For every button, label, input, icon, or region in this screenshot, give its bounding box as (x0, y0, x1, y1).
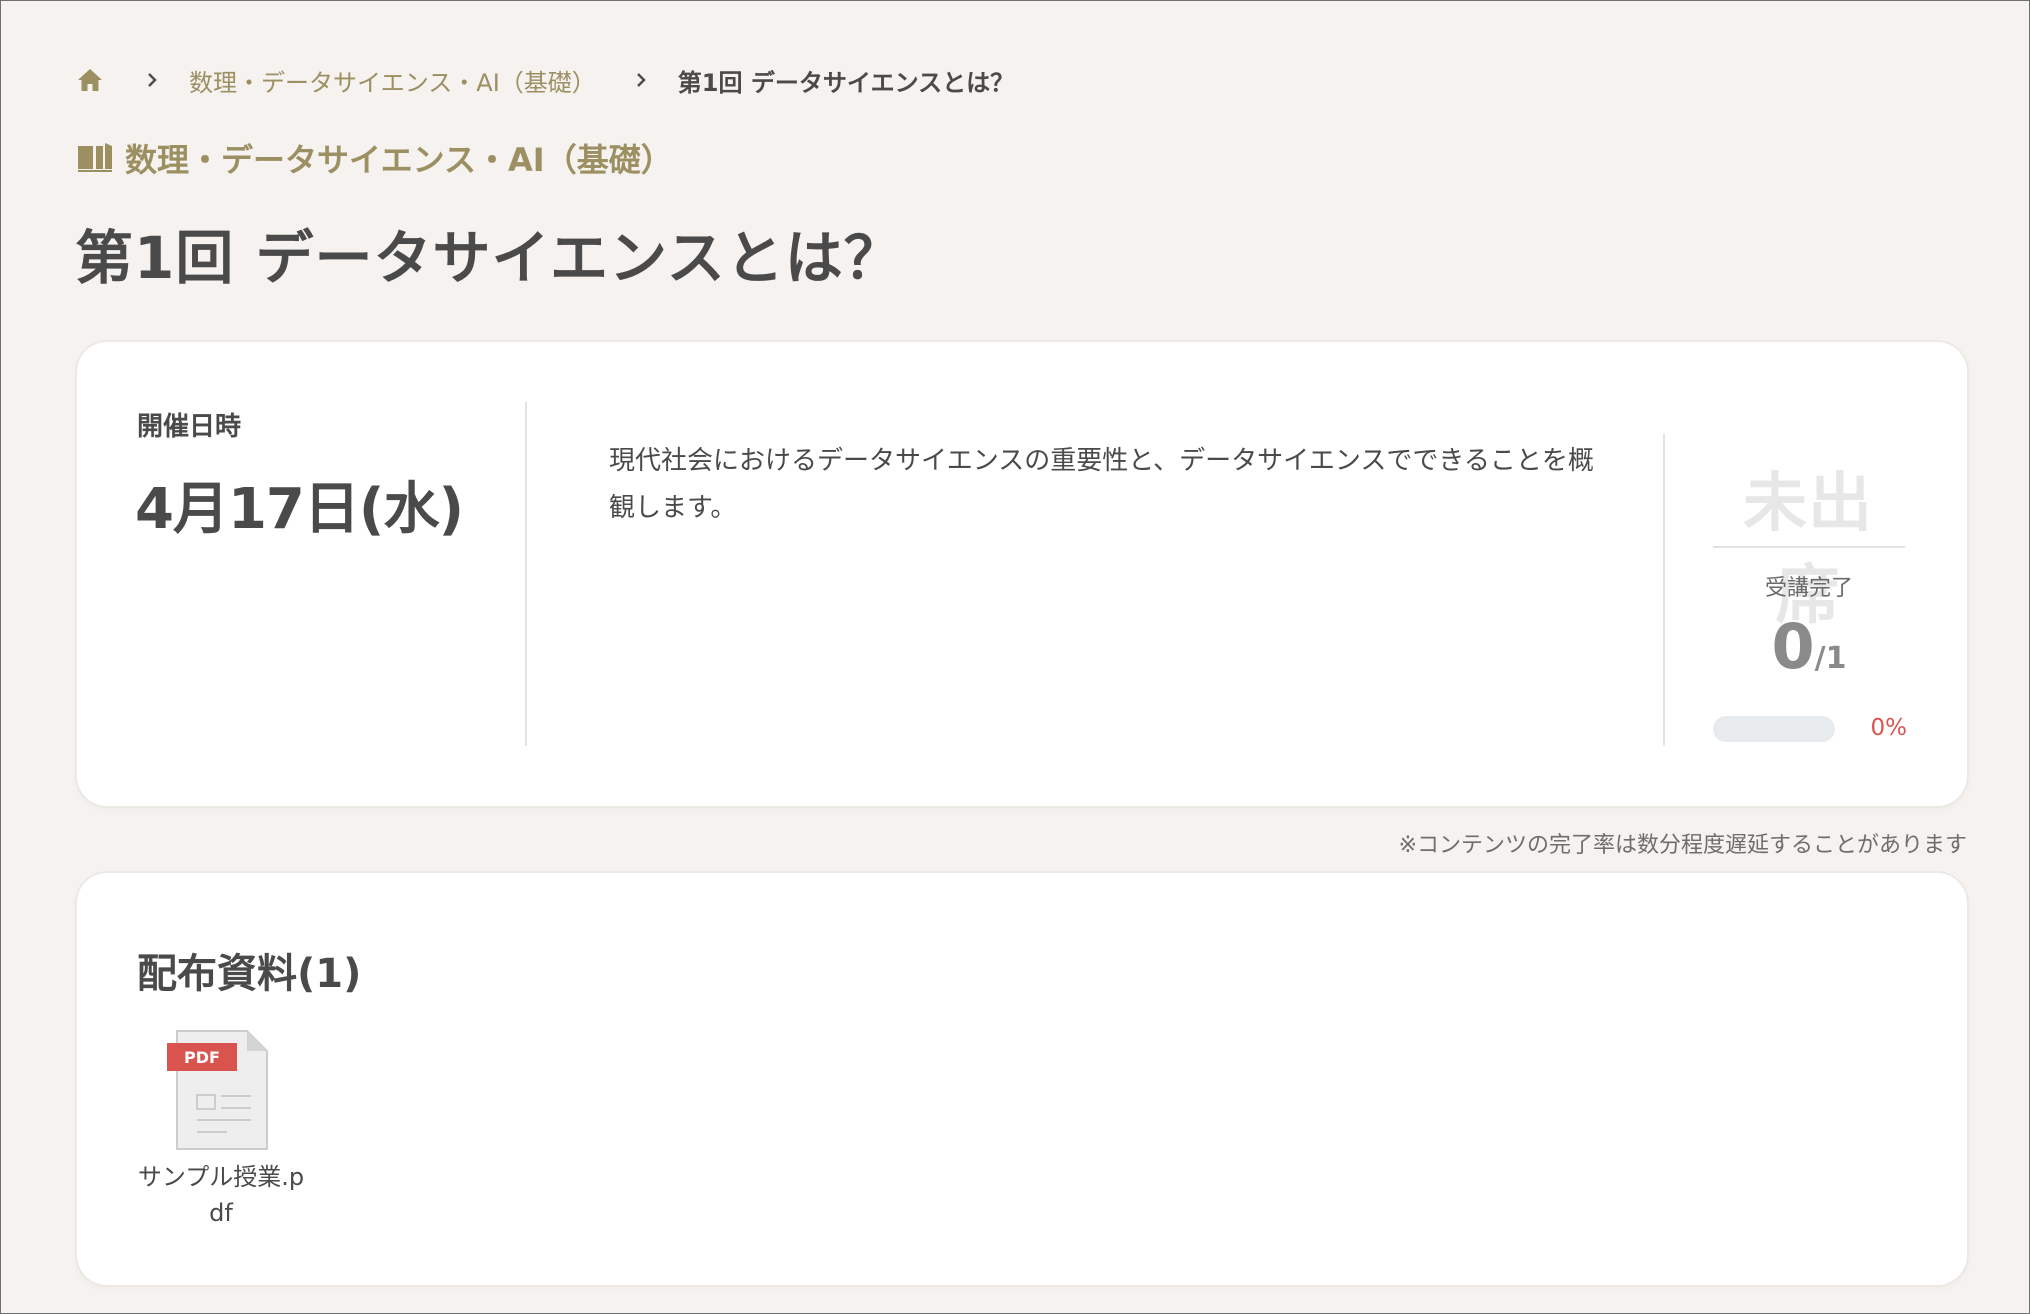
materials-card: 配布資料(1) PDF サンプル授業.pdf (77, 873, 1967, 1285)
session-info-card: 開催日時 4月17日(水) 現代社会におけるデータサイエンスの重要性と、データサ… (77, 342, 1967, 806)
material-file[interactable]: PDF サンプル授業.pdf (133, 1027, 309, 1231)
completion-percent: 0% (1870, 715, 1908, 741)
breadcrumb-course-link[interactable]: 数理・データサイエンス・AI（基礎） (189, 63, 596, 98)
total-count: /1 (1814, 641, 1847, 676)
breadcrumb-current: 第1回 データサイエンスとは？ (677, 68, 1015, 97)
materials-title: 配布資料(1) (137, 951, 362, 997)
completion-label: 受講完了 (1764, 576, 1853, 601)
completion-progress-bar (1713, 716, 1835, 742)
course-title: 数理・データサイエンス・AI（基礎） (77, 135, 673, 181)
chevron-right-icon (147, 73, 159, 87)
page-title: 第1回 データサイエンスとは？ (75, 224, 903, 292)
file-name: サンプル授業.pdf (137, 1163, 305, 1227)
divider (525, 402, 527, 746)
divider (1713, 546, 1905, 548)
pdf-badge: PDF (184, 1048, 220, 1067)
chevron-right-icon (636, 73, 648, 87)
home-icon[interactable] (77, 65, 107, 95)
course-title-text: 数理・データサイエンス・AI（基礎） (125, 141, 673, 179)
book-open-icon (77, 142, 113, 174)
divider (1663, 434, 1665, 746)
completion-count: 0/1 (1713, 610, 1905, 683)
pdf-file-icon: PDF (167, 1030, 268, 1150)
date-label: 開催日時 (137, 412, 242, 442)
completion-delay-note: ※コンテンツの完了率は数分程度遅延することがあります (1398, 833, 1967, 858)
completed-count: 0 (1771, 610, 1815, 683)
attendance-status: 未出席 (1743, 467, 1873, 633)
breadcrumb: 数理・データサイエンス・AI（基礎） 第1回 データサイエンスとは？ (77, 63, 1014, 97)
date-value: 4月17日(水) (135, 477, 464, 542)
session-description: 現代社会におけるデータサイエンスの重要性と、データサイエンスでできることを概観し… (609, 446, 1594, 523)
